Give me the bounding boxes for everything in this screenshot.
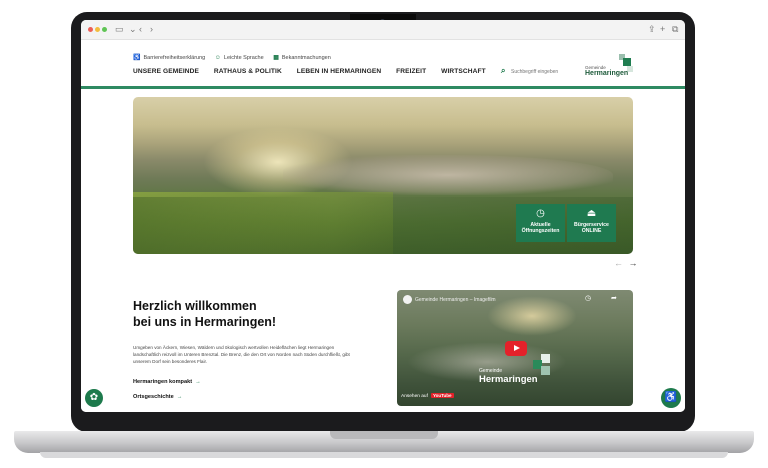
laptop-shadow	[40, 452, 728, 458]
nav-item-leben-in-hermaringen[interactable]: LEBEN IN HERMARINGEN	[297, 68, 381, 75]
service-icon: ⏏	[586, 208, 597, 219]
accessibility-link[interactable]: ♿ Barrierefreiheitserklärung	[133, 54, 205, 61]
maximize-window-icon[interactable]	[102, 27, 107, 32]
video-logo-mark	[541, 354, 550, 363]
video-header: Gemeinde Hermaringen – Imagefilm	[403, 295, 496, 304]
play-button[interactable]	[505, 341, 527, 356]
intro-text: Umgeben von Äckern, Wiesen, Wäldern und …	[133, 345, 350, 364]
sidebar-toggle-icon[interactable]: ▭	[115, 24, 124, 35]
laptop-mockup: ▭ ⌄ ‹ › ⇪ + ⧉ ♿ Barrierefreiheitserklärun…	[0, 0, 768, 468]
logo-title: Hermaringen	[585, 70, 629, 77]
video-logo-mark	[541, 366, 550, 375]
main-navigation: UNSERE GEMEINDE RATHAUS & POLITIK LEBEN …	[133, 68, 499, 75]
hero-image: ◷ Aktuelle Öffnungszeiten ⏏ Bürgerservic…	[133, 97, 633, 254]
utility-links: ♿ Barrierefreiheitserklärung ☺ Leichte Spr…	[133, 54, 339, 61]
website-page: ♿ Barrierefreiheitserklärung ☺ Leichte Spr…	[81, 40, 685, 412]
share-icon[interactable]: ⇪	[648, 24, 656, 35]
back-arrow-icon[interactable]: ‹	[139, 24, 142, 35]
share-icon[interactable]: ➦	[611, 294, 617, 302]
site-logo[interactable]: Gemeinde Hermaringen	[583, 52, 635, 82]
slider-prev-icon[interactable]: ←	[614, 258, 623, 268]
laptop-groove	[330, 431, 438, 439]
nav-item-rathaus-politik[interactable]: RATHAUS & POLITIK	[214, 68, 282, 75]
accessibility-menu-icon[interactable]: ♿	[661, 388, 681, 408]
ortsgeschichte-link[interactable]: Ortsgeschichte →	[133, 394, 182, 400]
logo-mark	[623, 58, 631, 66]
search-input[interactable]	[511, 66, 569, 78]
announcements-icon: ▦	[273, 55, 279, 61]
nav-item-wirtschaft[interactable]: WIRTSCHAFT	[441, 68, 486, 75]
slider-next-icon[interactable]: →	[629, 258, 638, 268]
easy-language-link[interactable]: ☺ Leichte Sprache	[215, 55, 264, 61]
citizen-service-button[interactable]: ⏏ Bürgerservice ONLINE	[567, 204, 616, 242]
page-title: Herzlich willkommen bei uns in Hermaring…	[133, 299, 277, 329]
youtube-logo: YouTube	[430, 393, 454, 398]
accessibility-icon: ♿	[133, 55, 141, 61]
easy-language-icon: ☺	[214, 55, 221, 61]
watch-on-youtube-link[interactable]: Ansehen auf YouTube	[401, 393, 454, 399]
announcements-link[interactable]: ▦ Bekanntmachungen	[273, 54, 331, 61]
video-title[interactable]: Gemeinde Hermaringen – Imagefilm	[415, 297, 496, 303]
close-window-icon[interactable]	[88, 27, 93, 32]
browser-toolbar: ▭ ⌄ ‹ › ⇪ + ⧉	[81, 20, 685, 40]
video-logo-title: Hermaringen	[479, 374, 538, 385]
search-icon[interactable]: ⌕	[501, 66, 505, 76]
minimize-window-icon[interactable]	[95, 27, 100, 32]
nav-item-unsere-gemeinde[interactable]: UNSERE GEMEINDE	[133, 68, 199, 75]
forward-arrow-icon[interactable]: ›	[150, 24, 153, 35]
clock-icon: ◷	[536, 208, 545, 219]
laptop-screen: ▭ ⌄ ‹ › ⇪ + ⧉ ♿ Barrierefreiheitserklärun…	[81, 20, 685, 412]
hermaringen-kompakt-link[interactable]: Hermaringen kompakt →	[133, 379, 201, 385]
header-divider	[81, 86, 685, 89]
arrow-right-icon: →	[176, 394, 183, 400]
video-player[interactable]: Gemeinde Hermaringen – Imagefilm ◷ ➦ Gem…	[397, 290, 633, 406]
slider-controls: ← →	[611, 258, 638, 268]
arrow-right-icon: →	[195, 379, 201, 385]
nav-item-freizeit[interactable]: FREIZEIT	[396, 68, 426, 75]
chevron-down-icon[interactable]: ⌄	[129, 24, 137, 35]
hero-town	[283, 155, 613, 195]
watch-later-icon[interactable]: ◷	[585, 294, 591, 302]
cookie-settings-icon[interactable]: ✿	[85, 389, 103, 407]
tab-overview-icon[interactable]: ⧉	[672, 24, 678, 35]
opening-hours-button[interactable]: ◷ Aktuelle Öffnungszeiten	[516, 204, 565, 242]
new-tab-icon[interactable]: +	[660, 24, 665, 35]
video-sunlight	[487, 296, 577, 336]
channel-avatar[interactable]	[403, 295, 412, 304]
search-box: ⌕	[501, 66, 569, 78]
